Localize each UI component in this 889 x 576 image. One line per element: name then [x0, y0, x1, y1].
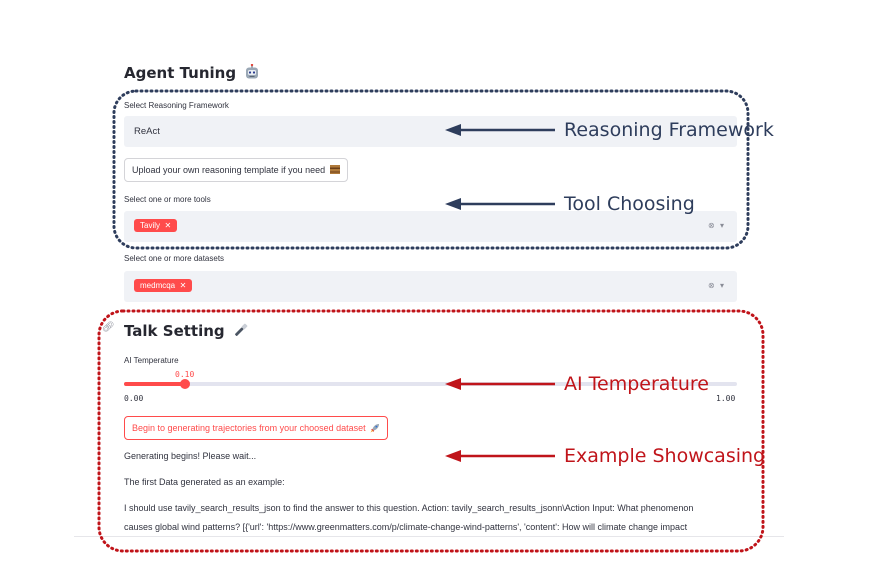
- annotation-reasoning-framework: Reasoning Framework: [564, 119, 774, 141]
- arrow-ai-temperature: [445, 378, 555, 390]
- agent-tuning-highlight-box: [112, 89, 750, 250]
- arrow-tool-choosing: [445, 198, 555, 210]
- arrow-reasoning-framework: [445, 124, 555, 136]
- annotation-overlay: [97, 89, 765, 553]
- annotation-ai-temperature: AI Temperature: [564, 373, 709, 395]
- annotation-example-showcasing: Example Showcasing: [564, 445, 766, 467]
- talk-setting-highlight-box: [97, 309, 765, 553]
- arrow-example-showcasing: [445, 450, 555, 462]
- annotation-tool-choosing: Tool Choosing: [564, 193, 695, 215]
